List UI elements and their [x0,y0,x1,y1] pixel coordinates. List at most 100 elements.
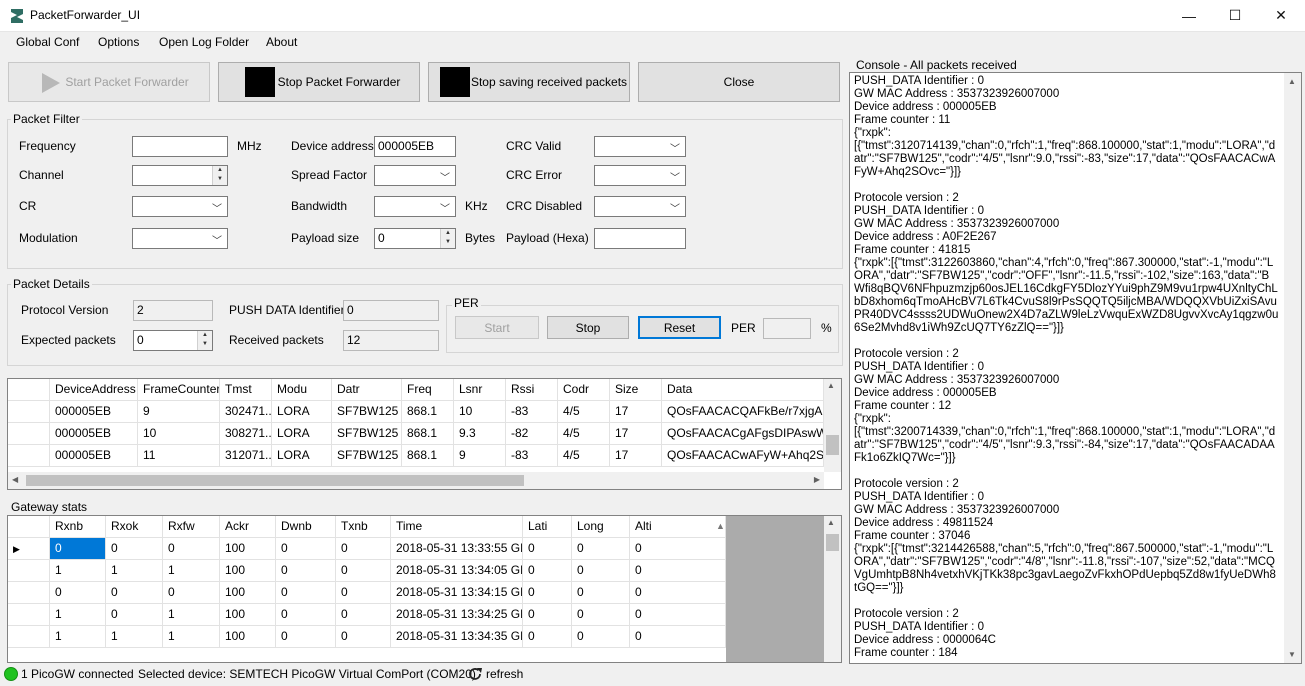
table-cell[interactable]: 2018-05-31 13:33:55 GMT [391,538,523,560]
frequency-input[interactable] [132,136,228,157]
table-cell[interactable]: -83 [506,445,558,467]
table-cell[interactable]: 100 [220,604,276,626]
table-cell[interactable]: 4/5 [558,401,610,423]
column-header[interactable]: Data [662,379,824,401]
table-cell[interactable]: 2018-05-31 13:34:15 GMT [391,582,523,604]
table-cell[interactable]: 0 [523,604,572,626]
table-cell[interactable]: 4/5 [558,445,610,467]
column-header[interactable]: Time [391,516,523,538]
bandwidth-select[interactable]: ﹀ [374,196,456,217]
table-cell[interactable]: 1 [163,626,220,648]
payload-hexa-input[interactable] [594,228,686,249]
table-cell[interactable]: 4/5 [558,423,610,445]
column-header[interactable]: Tmst [220,379,272,401]
scroll-up-icon[interactable]: ▲ [827,518,835,527]
packets-vertical-scrollbar[interactable]: ▲ [824,379,841,472]
table-cell[interactable]: 0 [630,604,726,626]
column-header[interactable]: Txnb [336,516,391,538]
refresh-label[interactable]: refresh [486,667,523,681]
table-cell[interactable]: 100 [220,582,276,604]
table-cell[interactable]: QOsFAACACQAFkBe/r7xjgAE= [662,401,824,423]
menu-options[interactable]: Options [98,35,139,49]
table-cell[interactable]: -83 [506,401,558,423]
cr-select[interactable]: ﹀ [132,196,228,217]
table-cell[interactable]: 100 [220,560,276,582]
row-header[interactable] [8,582,50,604]
table-cell[interactable]: 0 [572,626,630,648]
scroll-thumb[interactable] [26,475,524,486]
scroll-left-icon[interactable]: ◀ [12,475,18,484]
table-cell[interactable]: 17 [610,445,662,467]
crc-disabled-select[interactable]: ﹀ [594,196,686,217]
table-cell[interactable]: 0 [336,626,391,648]
column-header[interactable]: Rxfw [163,516,220,538]
row-header[interactable]: ▶ [8,538,50,560]
table-cell[interactable]: 0 [276,538,336,560]
scroll-thumb[interactable] [826,435,839,455]
table-cell[interactable]: 1 [50,626,106,648]
table-cell[interactable]: LORA [272,445,332,467]
table-cell[interactable]: 312071... [220,445,272,467]
table-cell[interactable]: 0 [572,538,630,560]
crc-valid-select[interactable]: ﹀ [594,136,686,157]
table-cell[interactable]: 868.1 [402,445,454,467]
spin-arrows-icon[interactable]: ▲ ▼ [440,229,455,248]
expected-packets-stepper[interactable]: 0 ▲ ▼ [133,330,213,351]
refresh-button[interactable] [466,665,484,683]
table-cell[interactable]: 1 [163,604,220,626]
close-button[interactable]: Close [638,62,840,102]
table-cell[interactable]: 0 [630,560,726,582]
table-cell[interactable]: 0 [523,582,572,604]
table-cell[interactable]: 0 [50,582,106,604]
table-cell[interactable]: SF7BW125 [332,445,402,467]
table-cell[interactable]: 0 [106,538,163,560]
table-cell[interactable]: 0 [336,538,391,560]
gateway-vertical-scrollbar[interactable]: ▲ [824,516,841,662]
column-header[interactable]: Ackr [220,516,276,538]
table-cell[interactable]: 0 [572,604,630,626]
column-header[interactable]: Size [610,379,662,401]
column-header[interactable]: Freq [402,379,454,401]
table-cell[interactable]: 100 [220,626,276,648]
menu-global-conf[interactable]: Global Conf [16,35,79,49]
table-cell[interactable]: 2018-05-31 13:34:35 GMT [391,626,523,648]
table-cell[interactable]: LORA [272,423,332,445]
column-header[interactable]: Dwnb [276,516,336,538]
table-cell[interactable]: 1 [163,560,220,582]
table-cell[interactable]: 0 [630,582,726,604]
table-cell[interactable]: 0 [572,582,630,604]
table-cell[interactable]: 9 [454,445,506,467]
table-cell[interactable]: 0 [50,538,106,560]
packets-horizontal-scrollbar[interactable]: ◀ ▶ [8,472,824,489]
table-cell[interactable]: 868.1 [402,401,454,423]
table-cell[interactable]: 0 [572,560,630,582]
table-cell[interactable]: 0 [523,626,572,648]
table-cell[interactable]: 17 [610,423,662,445]
gateway-stats-grid[interactable]: Rxnb Rxok Rxfw Ackr Dwnb Txnb Time Lati … [7,515,842,663]
menu-open-log-folder[interactable]: Open Log Folder [159,35,249,49]
device-address-input[interactable]: 000005EB [374,136,456,157]
menu-about[interactable]: About [266,35,297,49]
console-vertical-scrollbar[interactable]: ▲ ▼ [1284,73,1301,663]
title-bar[interactable]: PacketForwarder_UI — ☐ ✕ [0,0,1305,32]
table-cell[interactable]: 000005EB [50,401,138,423]
scroll-thumb[interactable] [826,534,839,551]
table-cell[interactable]: 0 [163,538,220,560]
table-cell[interactable]: 1 [106,560,163,582]
channel-stepper[interactable]: ▲ ▼ [132,165,228,186]
table-cell[interactable]: 0 [630,626,726,648]
scroll-up-icon[interactable]: ▲ [1288,77,1296,86]
table-cell[interactable]: 11 [138,445,220,467]
scroll-right-icon[interactable]: ▶ [814,475,820,484]
table-cell[interactable]: 000005EB [50,423,138,445]
start-packet-forwarder-button[interactable]: Start Packet Forwarder [8,62,210,102]
table-cell[interactable]: 10 [454,401,506,423]
column-header[interactable]: FrameCounter [138,379,220,401]
console-text[interactable]: PUSH_DATA Identifier : 0 GW MAC Address … [854,75,1279,660]
spread-factor-select[interactable]: ﹀ [374,165,456,186]
table-cell[interactable]: 1 [50,604,106,626]
table-cell[interactable]: 17 [610,401,662,423]
payload-size-stepper[interactable]: 0 ▲ ▼ [374,228,456,249]
packets-grid[interactable]: DeviceAddress FrameCounter Tmst Modu Dat… [7,378,842,490]
table-cell[interactable]: -82 [506,423,558,445]
